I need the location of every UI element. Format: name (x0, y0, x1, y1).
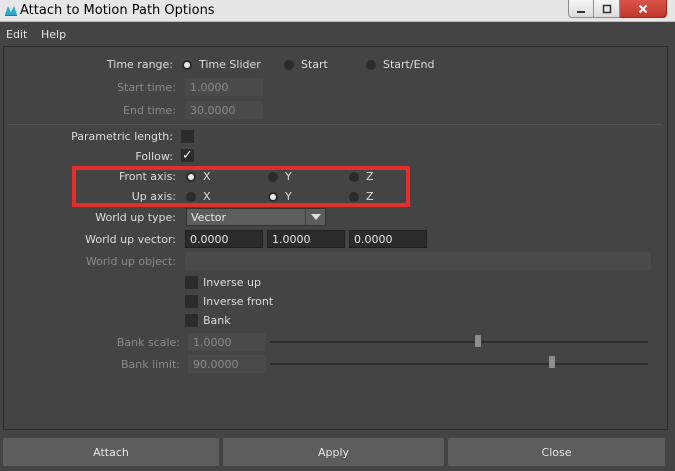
front-axis-x-label: X (203, 170, 211, 183)
up-axis-y-label: Y (285, 190, 292, 203)
bank-label: Bank (203, 314, 231, 327)
menu-help[interactable]: Help (41, 28, 66, 41)
world-up-type-label: World up type: (95, 211, 176, 224)
up-axis-x-radio[interactable] (186, 192, 196, 202)
time-range-start-radio[interactable] (284, 60, 294, 70)
maya-app-icon (5, 6, 17, 16)
world-up-object-field[interactable] (185, 252, 651, 270)
bank-scale-slider-track[interactable] (270, 341, 648, 343)
parametric-length-label: Parametric length: (71, 130, 173, 143)
world-up-vector-z-field[interactable]: 0.0000 (349, 230, 427, 248)
apply-button[interactable]: Apply (223, 438, 444, 466)
title-bar: Attach to Motion Path Options (0, 0, 675, 22)
up-axis-x-label: X (203, 190, 211, 203)
minimize-button[interactable] (568, 0, 594, 18)
maximize-icon (602, 4, 611, 13)
time-range-time-slider-label: Time Slider (199, 58, 261, 71)
bank-scale-field[interactable]: 1.0000 (188, 333, 266, 351)
attach-button[interactable]: Attach (3, 438, 219, 466)
up-axis-label: Up axis: (131, 190, 176, 203)
up-axis-z-label: Z (366, 190, 374, 203)
front-axis-z-label: Z (366, 170, 374, 183)
chevron-down-icon (305, 209, 325, 225)
world-up-vector-label: World up vector: (85, 233, 176, 246)
time-range-start-end-label: Start/End (383, 58, 435, 71)
time-range-start-end-radio[interactable] (366, 60, 376, 70)
up-axis-y-radio[interactable] (268, 192, 278, 202)
bank-limit-label: Bank limit: (120, 358, 180, 371)
front-axis-y-label: Y (285, 170, 292, 183)
inverse-up-label: Inverse up (203, 276, 261, 289)
menu-bar: Edit Help (0, 23, 675, 45)
start-time-label: Start time: (117, 81, 176, 94)
time-range-start-label: Start (301, 58, 328, 71)
parametric-length-checkbox[interactable] (181, 130, 194, 143)
world-up-vector-y-field[interactable]: 1.0000 (267, 230, 345, 248)
front-axis-y-radio[interactable] (268, 172, 278, 182)
close-icon (638, 4, 648, 13)
world-up-type-dropdown[interactable]: Vector (186, 208, 326, 226)
minimize-icon (577, 10, 585, 13)
inverse-front-checkbox[interactable] (185, 295, 198, 308)
time-range-label: Time range: (106, 58, 173, 71)
bank-scale-slider-handle[interactable] (475, 335, 481, 347)
inverse-up-checkbox[interactable] (185, 276, 198, 289)
front-axis-x-radio[interactable] (186, 172, 196, 182)
end-time-label: End time: (123, 104, 176, 117)
bank-checkbox[interactable] (185, 314, 198, 327)
separator (8, 124, 662, 125)
close-button[interactable]: Close (448, 438, 665, 466)
follow-checkbox[interactable]: ✓ (181, 149, 194, 162)
bank-limit-field[interactable]: 90.0000 (188, 355, 266, 373)
front-axis-label: Front axis: (118, 170, 176, 183)
up-axis-z-radio[interactable] (349, 192, 359, 202)
close-window-button[interactable] (620, 0, 667, 18)
world-up-object-label: World up object: (85, 255, 176, 268)
time-range-time-slider-radio[interactable] (182, 60, 192, 70)
front-axis-z-radio[interactable] (349, 172, 359, 182)
follow-label: Follow: (135, 150, 173, 163)
maximize-button[interactable] (594, 0, 620, 18)
bank-limit-slider-handle[interactable] (549, 356, 555, 368)
bank-limit-slider-track[interactable] (270, 363, 648, 365)
window-title: Attach to Motion Path Options (20, 3, 215, 18)
menu-edit[interactable]: Edit (6, 28, 27, 41)
world-up-vector-x-field[interactable]: 0.0000 (185, 230, 263, 248)
end-time-field[interactable]: 30.0000 (185, 101, 263, 119)
start-time-field[interactable]: 1.0000 (185, 78, 263, 96)
bank-scale-label: Bank scale: (116, 336, 180, 349)
world-up-type-value: Vector (191, 211, 227, 224)
inverse-front-label: Inverse front (203, 295, 274, 308)
